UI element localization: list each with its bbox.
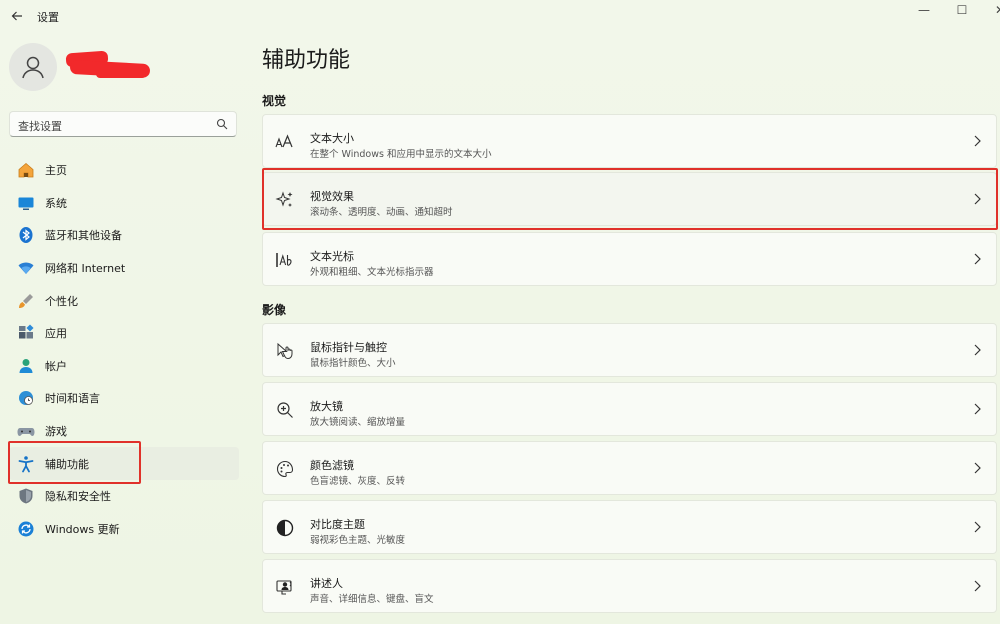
sidebar-item-bluetooth[interactable]: 蓝牙和其他设备	[9, 219, 239, 252]
sidebar-item-label: 个性化	[45, 294, 78, 308]
card-subtitle: 声音、详细信息、键盘、盲文	[310, 594, 434, 605]
magnifier-icon	[275, 400, 295, 420]
sidebar-item-personalization[interactable]: 个性化	[9, 284, 239, 317]
card-title: 文本光标	[310, 250, 354, 263]
title-bar: 设置 — ☐ ✕	[0, 0, 1000, 32]
sidebar-item-system[interactable]: 系统	[9, 187, 239, 220]
text-cursor-icon	[275, 250, 295, 270]
search-icon	[216, 118, 228, 130]
card-subtitle: 在整个 Windows 和应用中显示的文本大小	[310, 149, 492, 160]
text-size-icon	[275, 132, 295, 152]
text-size-card[interactable]: 文本大小 在整个 Windows 和应用中显示的文本大小	[262, 114, 997, 168]
accessibility-annotation-box	[8, 441, 141, 484]
magnifier-card[interactable]: 放大镜 放大镜阅读、缩放增量	[262, 382, 997, 436]
sidebar-item-label: 应用	[45, 327, 67, 341]
sidebar-item-label: 蓝牙和其他设备	[45, 229, 122, 243]
sidebar-item-label: 隐私和安全性	[45, 490, 111, 504]
search-placeholder: 查找设置	[18, 120, 62, 133]
sidebar-item-network[interactable]: 网络和 Internet	[9, 252, 239, 285]
card-subtitle: 色盲滤镜、灰度、反转	[310, 476, 406, 487]
sidebar-item-label: Windows 更新	[45, 522, 120, 536]
card-title: 放大镜	[310, 400, 343, 413]
gamepad-icon	[16, 421, 36, 441]
narrator-card[interactable]: 讲述人 声音、详细信息、键盘、盲文	[262, 559, 997, 613]
maximize-button[interactable]: ☐	[942, 0, 982, 20]
visual-effects-annotation-box	[262, 168, 998, 230]
update-icon	[16, 519, 36, 539]
color-filters-card[interactable]: 颜色滤镜 色盲滤镜、灰度、反转	[262, 441, 997, 495]
redacted-username	[65, 50, 151, 82]
card-subtitle: 外观和粗细、文本光标指示器	[310, 267, 434, 278]
card-title: 鼠标指针与触控	[310, 341, 387, 354]
home-icon	[16, 160, 36, 180]
chevron-right-icon	[974, 403, 981, 415]
sidebar-item-label: 系统	[45, 196, 67, 210]
narrator-icon	[275, 577, 295, 597]
sidebar-item-accounts[interactable]: 帐户	[9, 350, 239, 383]
chevron-right-icon	[974, 580, 981, 592]
sidebar-item-label: 主页	[45, 164, 67, 178]
monitor-icon	[16, 193, 36, 213]
wifi-icon	[16, 258, 36, 278]
arrow-left-icon	[11, 11, 22, 21]
sidebar-item-apps[interactable]: 应用	[9, 317, 239, 350]
sidebar-item-windows-update[interactable]: Windows 更新	[9, 513, 239, 546]
apps-icon	[16, 323, 36, 343]
card-title: 讲述人	[310, 577, 343, 590]
mouse-pointer-card[interactable]: 鼠标指针与触控 鼠标指针颜色、大小	[262, 323, 997, 377]
page-title: 辅助功能	[262, 48, 351, 73]
pointer-icon	[275, 341, 295, 361]
search-input[interactable]: 查找设置	[9, 111, 237, 137]
avatar[interactable]	[9, 43, 57, 91]
contrast-themes-card[interactable]: 对比度主题 弱视彩色主题、光敏度	[262, 500, 997, 554]
minimize-button[interactable]: —	[904, 0, 944, 20]
sidebar-item-label: 游戏	[45, 425, 67, 439]
chevron-right-icon	[974, 253, 981, 265]
section-title-hearing: 影像	[262, 303, 287, 317]
card-title: 文本大小	[310, 132, 354, 145]
card-subtitle: 放大镜阅读、缩放增量	[310, 417, 406, 428]
sidebar-item-home[interactable]: 主页	[9, 154, 239, 187]
sidebar-item-time-language[interactable]: 时间和语言	[9, 382, 239, 415]
chevron-right-icon	[974, 135, 981, 147]
sidebar-item-label: 帐户	[45, 359, 67, 373]
palette-icon	[275, 459, 295, 479]
bluetooth-icon	[16, 225, 36, 245]
chevron-right-icon	[974, 344, 981, 356]
section-title-vision: 视觉	[262, 94, 287, 108]
sidebar-item-privacy[interactable]: 隐私和安全性	[9, 480, 239, 513]
card-title: 对比度主题	[310, 518, 365, 531]
chevron-right-icon	[974, 462, 981, 474]
back-button[interactable]	[6, 5, 28, 27]
sidebar-item-label: 网络和 Internet	[45, 262, 126, 276]
person-icon	[16, 356, 36, 376]
app-title: 设置	[37, 11, 59, 24]
person-icon	[22, 56, 44, 79]
contrast-icon	[275, 518, 295, 538]
sidebar-item-label: 时间和语言	[45, 392, 100, 406]
sidebar-nav: 主页 系统 蓝牙和其他设备 网络和 Internet 个性化 应用 帐户 时间和…	[9, 154, 239, 545]
globe-clock-icon	[16, 388, 36, 408]
chevron-right-icon	[974, 521, 981, 533]
shield-icon	[16, 486, 36, 506]
card-subtitle: 鼠标指针颜色、大小	[310, 358, 396, 369]
brush-icon	[16, 291, 36, 311]
text-cursor-card[interactable]: 文本光标 外观和粗细、文本光标指示器	[262, 232, 997, 286]
card-title: 颜色滤镜	[310, 459, 354, 472]
close-button[interactable]: ✕	[980, 0, 1000, 20]
card-subtitle: 弱视彩色主题、光敏度	[310, 535, 406, 546]
